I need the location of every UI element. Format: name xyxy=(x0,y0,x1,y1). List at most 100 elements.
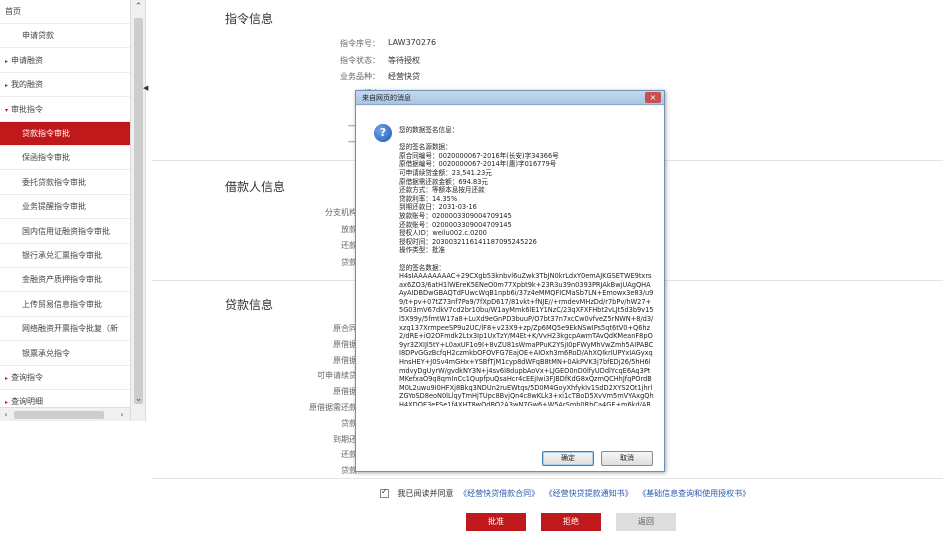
dialog-message: 您的数据签名信息： 您的签名源数据： 原合同编号：0020000067-2016年(… xyxy=(399,126,654,406)
section-title-instruction: 指令信息 xyxy=(225,12,274,26)
caret-right-icon: ▸ xyxy=(5,399,9,407)
dialog-line: 到期还款日：2031-03-16 xyxy=(399,203,477,212)
scroll-down-icon[interactable]: ⌄ xyxy=(131,392,145,406)
dialog-line: 放款账号：0200003309004709145 xyxy=(399,211,512,220)
caret-down-icon: ▾ xyxy=(5,106,9,114)
sidebar-item-label: 网络融资开票指令批复（新 xyxy=(22,324,118,334)
scrollbar-thumb[interactable] xyxy=(134,18,143,404)
dialog-line: 原合同编号：0020000067-2016年(长安)字34366号 xyxy=(399,151,559,160)
scroll-left-icon[interactable]: ‹ xyxy=(0,408,12,421)
sidebar-item-label: 国内信用证融资指令审批 xyxy=(22,226,110,236)
field-label: 原借据 xyxy=(333,387,357,397)
sidebar-nav: 首页 申请贷款 ▸ 申请融资 ▸ 我的融资 ▾ 审批指令 贷款指令审批 保函指令审批 委托贷款指令审… xyxy=(0,0,146,421)
collapse-sidebar-icon[interactable]: ◀ xyxy=(143,84,148,92)
dialog-line: 授权人ID：weilu002.c.0200 xyxy=(399,229,487,238)
sidebar-item-label: 贷款指令审批 xyxy=(22,129,70,138)
sidebar-item-label: 保函指令审批 xyxy=(22,153,70,163)
sidebar-item[interactable]: 首页 xyxy=(0,0,130,24)
dialog-line: 可申请续贷金额：23,541.23元 xyxy=(399,168,492,177)
dialog-titlebar[interactable]: 来自网页的消息 × xyxy=(356,91,664,105)
approve-button[interactable]: 批准 xyxy=(466,513,526,531)
sidebar-item[interactable]: 申请贷款 xyxy=(0,24,130,49)
field-label: 原借据 xyxy=(333,339,357,349)
scroll-right-icon[interactable]: › xyxy=(116,408,128,421)
close-icon[interactable]: × xyxy=(645,92,661,103)
field-label: 指令序号： xyxy=(340,39,380,48)
sidebar-item-label: 申请贷款 xyxy=(22,31,54,41)
dialog-line: 还款方式：等额本息按月还款 xyxy=(399,186,485,195)
sidebar-item-label: 业务提醒指令审批 xyxy=(22,202,86,212)
dialog-line xyxy=(399,135,654,144)
sidebar-vertical-scrollbar[interactable]: ⌃ ⌄ xyxy=(130,0,145,421)
signature-data: H4sIAAAAAAAAC+29CXgb53knbvl6uZwk3TbJN0kr… xyxy=(399,272,654,407)
sidebar-item[interactable]: 上传贸易信息指令审批 xyxy=(0,292,130,317)
cancel-button[interactable]: 取消 xyxy=(601,451,653,466)
field-label: 贷款 xyxy=(341,418,357,428)
field-label: 到期还 xyxy=(333,434,357,444)
link-withdrawal-notice[interactable]: 《经营快贷提款通知书》 xyxy=(545,489,633,498)
ok-button[interactable]: 确定 xyxy=(542,451,594,466)
dialog-line: 贷款利率：14.35% xyxy=(399,194,458,203)
dialog-line: 还款账号：0200003309004709145 xyxy=(399,220,512,229)
dialog-line: 操作类型：批准 xyxy=(399,246,446,255)
sidebar-item-label: 上传贸易信息指令审批 xyxy=(22,299,102,309)
caret-right-icon: ▸ xyxy=(5,375,9,382)
sidebar-item-label: 首页 xyxy=(5,7,21,16)
agree-text: 我已阅读并同意 xyxy=(397,489,454,498)
sidebar-item[interactable]: 业务提醒指令审批 xyxy=(0,195,130,220)
message-dialog: 来自网页的消息 × ? 您的数据签名信息： 您的签名源数据： 原合同编号：00200… xyxy=(355,90,665,472)
link-authorization[interactable]: 《基础信息查询和使用授权书》 xyxy=(638,489,750,498)
sidebar-item-label: 审批指令 xyxy=(11,104,44,114)
sidebar-horizontal-scrollbar[interactable]: ‹ › xyxy=(0,407,130,421)
dialog-line: 原借据编号：0020000067-2014年(惠)字016779号 xyxy=(399,160,557,169)
dialog-body: ? 您的数据签名信息： 您的签名源数据： 原合同编号：0020000067-2016… xyxy=(356,106,664,471)
sidebar-item[interactable]: 网络融资开票指令批复（新 xyxy=(0,317,130,342)
field-label: 原合同 xyxy=(333,324,357,333)
field-value: 等待授权 xyxy=(388,55,420,65)
field-label: 业务品种： xyxy=(340,72,380,81)
field-value: 经营快贷 xyxy=(388,72,420,81)
sidebar-item[interactable]: ▸ 申请融资 xyxy=(0,48,130,73)
dialog-line: 授权时间：20300321161411870952452​26 xyxy=(399,237,537,246)
reject-button[interactable]: 拒绝 xyxy=(541,513,601,531)
field-label: 原借据需还款 xyxy=(309,403,357,412)
sidebar-item[interactable]: ▸ 我的融资 xyxy=(0,73,130,98)
agreement-row: 我已阅读并同意 《经营快贷借款合同》 《经营快贷提款通知书》 《基础信息查询和使… xyxy=(380,487,750,502)
dialog-line xyxy=(399,255,654,264)
sidebar-item[interactable]: 银票承兑指令 xyxy=(0,341,130,366)
field-label: 原借据 xyxy=(333,355,357,365)
sidebar-item[interactable]: 国内信用证融资指令审批 xyxy=(0,219,130,244)
caret-right-icon: ▸ xyxy=(5,57,9,65)
agree-checkbox[interactable] xyxy=(380,487,389,498)
dialog-line: 您的数据签名信息： xyxy=(399,126,459,134)
sidebar-item-label: 银行承兑汇票指令审批 xyxy=(22,251,102,260)
sidebar-item[interactable]: 银行承兑汇票指令审批 xyxy=(0,244,130,268)
sidebar-item[interactable]: 保函指令审批 xyxy=(0,146,130,171)
sidebar-item-label: 我的融资 xyxy=(11,80,44,90)
section-title-loan: 贷款信息 xyxy=(225,298,274,312)
sidebar-item-label: 委托贷款指令审批 xyxy=(22,177,86,187)
caret-right-icon: ▸ xyxy=(5,82,9,90)
sidebar-item[interactable]: 委托贷款指令审批 xyxy=(0,170,130,195)
sidebar-item[interactable]: ▸ 查询指令 xyxy=(0,366,130,390)
dialog-line: 您的签名数据： xyxy=(399,263,446,272)
field-value: LAW370276 xyxy=(388,38,437,47)
sidebar-item-label: 金融资产质押指令审批 xyxy=(22,275,102,285)
sidebar-item[interactable]: 贷款指令审批 xyxy=(0,122,130,146)
sidebar-item[interactable]: ▾ 审批指令 xyxy=(0,97,130,122)
sidebar-item[interactable]: 金融资产质押指令审批 xyxy=(0,268,130,293)
link-loan-contract[interactable]: 《经营快贷借款合同》 xyxy=(459,489,539,498)
section-title-borrower: 借款人信息 xyxy=(225,180,286,194)
field-label: 还款 xyxy=(341,241,357,250)
field-label: 可申请续贷 xyxy=(317,371,357,381)
sidebar-item-label: 查询明细 xyxy=(11,397,44,407)
dialog-title: 来自网页的消息 xyxy=(362,94,411,102)
sidebar-item-label: 申请融资 xyxy=(11,55,44,65)
dialog-line: 原借据需还款金额：694.83元 xyxy=(399,177,489,186)
scroll-up-icon[interactable]: ⌃ xyxy=(131,0,145,14)
field-label: 还款 xyxy=(341,450,357,460)
info-icon: ? xyxy=(374,124,392,142)
hscrollbar-thumb[interactable] xyxy=(14,411,104,419)
dialog-line: 您的签名源数据： xyxy=(399,143,452,152)
back-button[interactable]: 返回 xyxy=(616,513,676,531)
